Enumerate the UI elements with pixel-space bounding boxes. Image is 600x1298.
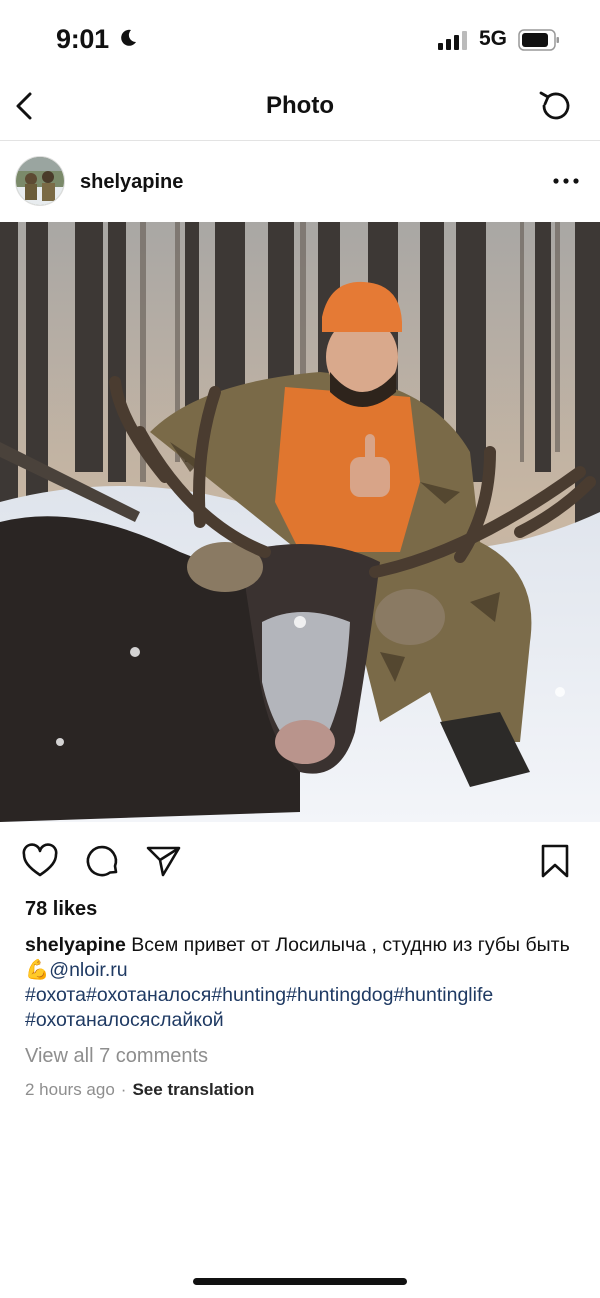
nav-divider xyxy=(0,140,600,141)
caption-hashtag[interactable]: #охотаналосяслайкой xyxy=(25,1009,224,1031)
post-caption: shelyapine Всем привет от Лосилыча , сту… xyxy=(25,933,580,1033)
avatar[interactable] xyxy=(15,156,65,206)
page-title: Photo xyxy=(266,92,334,119)
more-horizontal-icon[interactable] xyxy=(551,170,581,192)
see-translation-link[interactable]: See translation xyxy=(132,1080,254,1099)
view-comments-link[interactable]: View all 7 comments xyxy=(25,1045,208,1068)
post-timestamp: 2 hours ago xyxy=(25,1080,115,1099)
post-photo[interactable] xyxy=(0,222,600,822)
post-username[interactable]: shelyapine xyxy=(80,171,183,194)
network-type: 5G xyxy=(479,27,508,50)
heart-icon[interactable] xyxy=(21,842,59,880)
send-icon[interactable] xyxy=(144,842,182,880)
status-time: 9:01 xyxy=(56,24,109,54)
comment-icon[interactable] xyxy=(83,842,121,880)
moon-icon xyxy=(121,29,136,46)
post-meta: 2 hours ago · See translation xyxy=(25,1080,254,1100)
caption-hashtags[interactable]: #охота#охотаналося#hunting#huntingdog#hu… xyxy=(25,984,493,1006)
avatar-image xyxy=(16,157,64,205)
flexed-biceps-icon: 💪 xyxy=(25,959,50,981)
cellular-signal-icon xyxy=(438,31,467,50)
caption-text: Всем привет от Лосилыча , студню из губы… xyxy=(125,934,570,956)
caption-mention[interactable]: @nloir.ru xyxy=(49,959,127,981)
meta-separator: · xyxy=(120,1080,127,1099)
likes-count[interactable]: 78 likes xyxy=(25,898,97,921)
bookmark-icon[interactable] xyxy=(536,842,574,880)
caption-username[interactable]: shelyapine xyxy=(25,934,126,956)
refresh-icon[interactable] xyxy=(536,86,576,126)
home-indicator[interactable] xyxy=(193,1278,407,1285)
battery-icon xyxy=(518,29,559,51)
